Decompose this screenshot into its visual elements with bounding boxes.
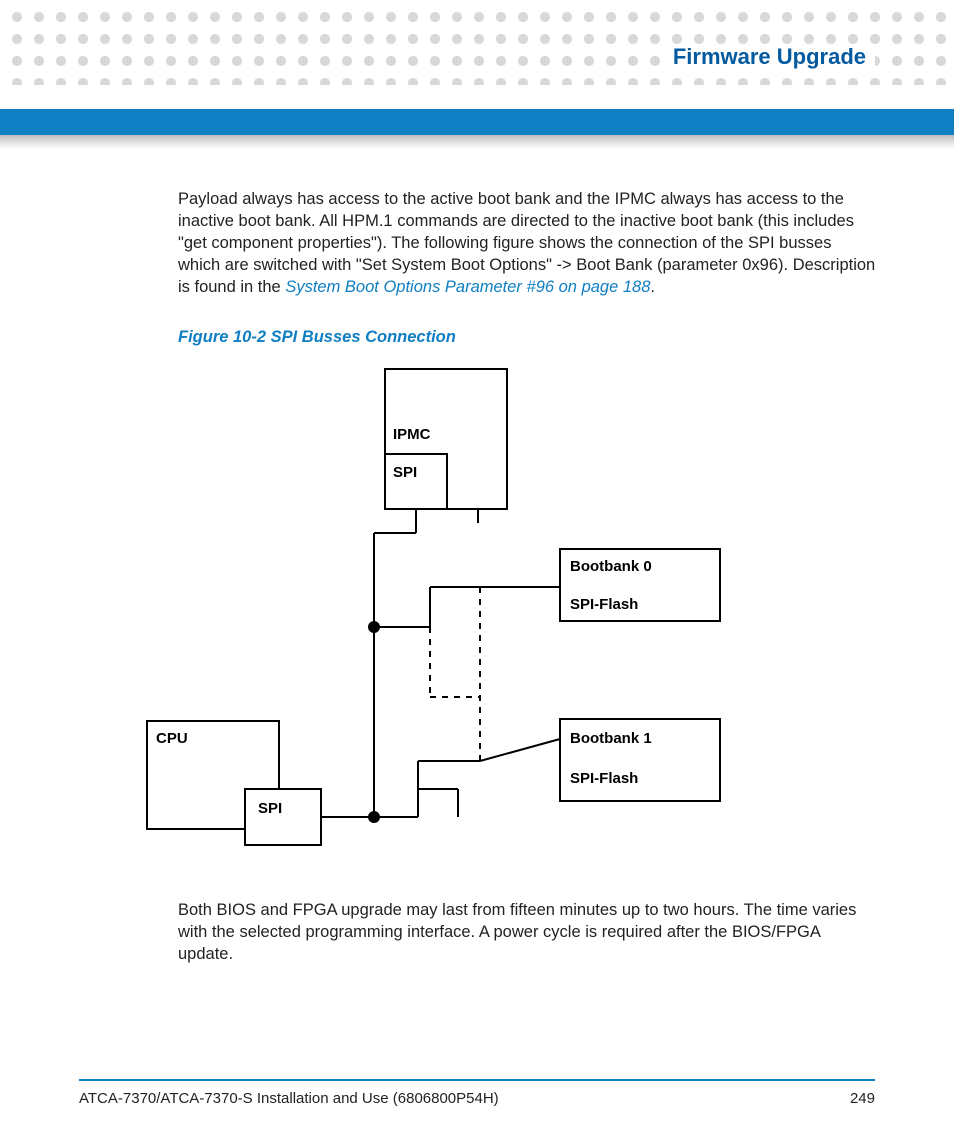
diagram-label-cpu: CPU — [156, 730, 188, 747]
diagram-label-spiflash0: SPI-Flash — [570, 596, 638, 613]
figure-caption: Figure 10-2 SPI Busses Connection — [178, 328, 878, 347]
diagram-label-ipmc-spi: SPI — [393, 464, 417, 481]
closing-paragraph: Both BIOS and FPGA upgrade may last from… — [178, 899, 878, 965]
diagram-label-ipmc: IPMC — [393, 426, 431, 443]
header-blue-bar — [0, 109, 954, 135]
diagram-label-cpu-spi: SPI — [258, 800, 282, 817]
footer-rule — [79, 1079, 875, 1081]
spi-busses-diagram: IPMC SPI Bootbank 0 SPI-Flash Bootbank 1… — [178, 359, 878, 889]
footer-doc-title: ATCA-7370/ATCA-7370-S Installation and U… — [79, 1090, 499, 1107]
header-shadow — [0, 135, 954, 149]
diagram-label-bootbank1: Bootbank 1 — [570, 730, 652, 747]
cross-ref-link[interactable]: System Boot Options Parameter #96 on pag… — [285, 278, 650, 296]
footer-page-number: 249 — [850, 1090, 875, 1107]
diagram-label-bootbank0: Bootbank 0 — [570, 558, 652, 575]
intro-paragraph: Payload always has access to the active … — [178, 188, 878, 298]
main-content: Payload always has access to the active … — [178, 188, 878, 965]
diagram-label-spiflash1: SPI-Flash — [570, 770, 638, 787]
para1-text-b: . — [650, 278, 655, 296]
chapter-title: Firmware Upgrade — [667, 44, 872, 70]
header-dot-background — [0, 0, 954, 85]
